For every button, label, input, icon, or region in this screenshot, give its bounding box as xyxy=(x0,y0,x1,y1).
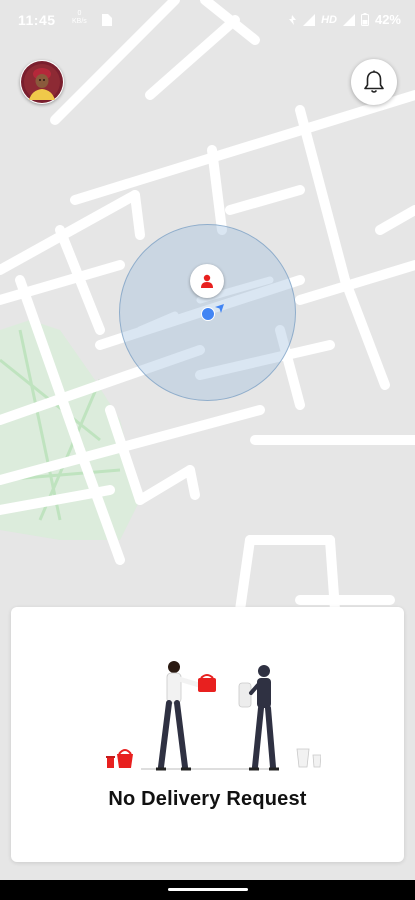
current-location-dot xyxy=(201,307,215,321)
wifi-call-icon xyxy=(289,14,297,25)
avatar xyxy=(21,61,63,103)
sim-card-icon xyxy=(102,14,112,26)
network-speed: 0 KB/s xyxy=(72,10,87,26)
person-icon xyxy=(201,274,213,288)
cell-signal-icon xyxy=(342,13,355,26)
status-bar: 11:45 0 KB/s HD 42% xyxy=(0,0,415,40)
bell-icon xyxy=(364,70,384,93)
network-speed-value: 0 xyxy=(77,10,82,17)
battery-icon xyxy=(360,13,369,26)
home-indicator[interactable] xyxy=(168,888,248,891)
notifications-button[interactable] xyxy=(351,59,397,105)
battery-level: 42% xyxy=(374,12,401,27)
status-time: 11:45 xyxy=(18,12,56,28)
no-delivery-illustration xyxy=(106,661,321,771)
system-nav-bar xyxy=(0,880,415,900)
driver-marker[interactable] xyxy=(190,264,224,298)
network-type: HD xyxy=(321,13,337,26)
network-speed-unit: KB/s xyxy=(72,18,87,25)
status-right: HD 42% xyxy=(287,12,401,27)
profile-avatar-button[interactable] xyxy=(20,60,64,104)
delivery-request-card: No Delivery Request xyxy=(11,607,404,862)
heading-arrow-icon xyxy=(215,304,224,313)
signal-icon xyxy=(303,13,316,26)
no-delivery-message: No Delivery Request xyxy=(108,788,307,810)
